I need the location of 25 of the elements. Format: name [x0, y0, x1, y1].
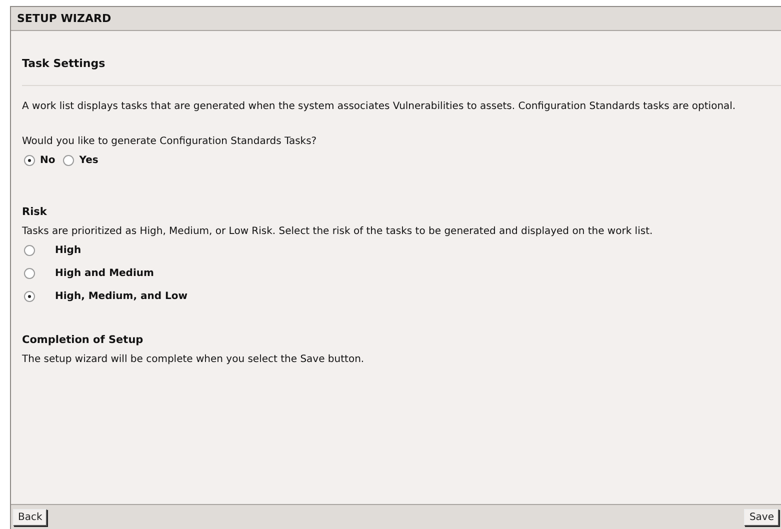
- radio-button[interactable]: [24, 291, 35, 302]
- radio-button[interactable]: [63, 155, 74, 166]
- radio-label: High: [55, 245, 82, 256]
- back-button[interactable]: Back: [13, 509, 48, 526]
- completion-text: The setup wizard will be complete when you select the Save button.: [22, 354, 366, 365]
- radio-button[interactable]: [24, 268, 35, 279]
- radio-option[interactable]: High and Medium: [22, 268, 154, 279]
- radio-label: High and Medium: [55, 268, 154, 279]
- radio-option[interactable]: Yes: [61, 155, 98, 166]
- radio-option[interactable]: High: [22, 245, 82, 256]
- save-button[interactable]: Save: [744, 509, 779, 526]
- radio-option[interactable]: High, Medium, and Low: [22, 291, 188, 302]
- radio-label: No: [40, 155, 56, 166]
- radio-label: Yes: [79, 155, 98, 166]
- question-text: Would you like to generate Configuration Standards Tasks?: [22, 136, 318, 147]
- radio-label: High, Medium, and Low: [55, 291, 188, 302]
- risk-description: Tasks are prioritized as High, Medium, or Low Risk. Select the risk of the tasks to be generated and displayed on the work list.: [22, 226, 654, 237]
- section-heading: Task Settings: [22, 57, 781, 86]
- radio-button[interactable]: [24, 155, 35, 166]
- intro-text: A work list displays tasks that are generated when the system associates Vulnerabilities to assets. Configuration Standards tasks are optional.: [22, 101, 737, 112]
- risk-heading: Risk: [22, 206, 48, 218]
- radio-option[interactable]: No: [22, 155, 56, 166]
- radio-button[interactable]: [24, 245, 35, 256]
- window-title: SETUP WIZARD: [11, 7, 781, 31]
- completion-heading: Completion of Setup: [22, 334, 144, 346]
